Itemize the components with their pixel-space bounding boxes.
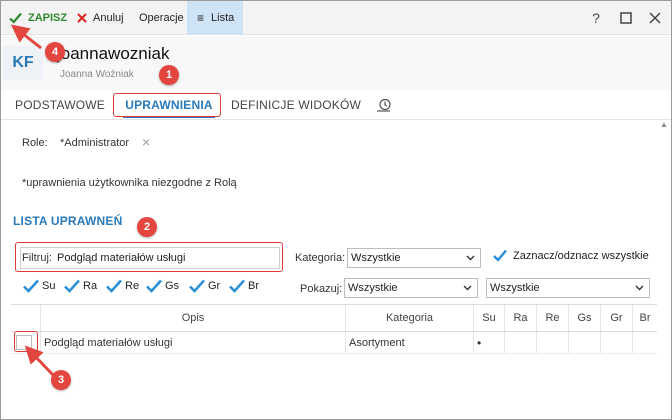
checkbox-gr[interactable]: Gr xyxy=(189,279,220,293)
cell-br[interactable] xyxy=(632,332,657,353)
show-select-1[interactable]: Wszystkie xyxy=(344,278,478,298)
tab-definicje-widokow[interactable]: DEFINICJE WIDOKÓW xyxy=(231,90,361,120)
column-header-gr[interactable]: Gr xyxy=(600,305,632,331)
checkmark-icon xyxy=(189,279,205,293)
highlight-tab-uprawnienia xyxy=(113,93,221,117)
window-close-button[interactable] xyxy=(643,1,667,35)
annotation-badge-3: 3 xyxy=(51,370,71,390)
checkbox-label: Gs xyxy=(165,280,180,292)
operations-button[interactable]: Operacje xyxy=(139,1,184,35)
save-button[interactable]: ZAPISZ xyxy=(9,1,67,35)
show-selected-2: Wszystkie xyxy=(490,282,540,294)
checkmark-icon xyxy=(64,279,80,293)
highlight-filter xyxy=(15,242,283,272)
close-icon xyxy=(649,12,661,24)
list-button[interactable]: ≡ Lista xyxy=(187,1,243,35)
chevron-down-icon xyxy=(635,285,644,291)
column-header-opis[interactable]: Opis xyxy=(40,305,345,331)
list-label: Lista xyxy=(211,12,235,24)
checkbox-re[interactable]: Re xyxy=(106,279,139,293)
tab-history[interactable] xyxy=(376,90,392,120)
column-header-ra[interactable]: Ra xyxy=(504,305,536,331)
help-icon: ? xyxy=(592,10,600,26)
cancel-label: Anuluj xyxy=(93,12,124,24)
user-full-name: Joanna Woźniak xyxy=(60,69,134,80)
column-header-re[interactable]: Re xyxy=(536,305,568,331)
scroll-up-icon[interactable]: ▲ xyxy=(660,120,668,129)
checkbox-label: Br xyxy=(248,280,259,292)
cell-opis: Podgląd materiałów usługi xyxy=(40,332,345,353)
checkbox-label: Su xyxy=(42,280,56,292)
avatar: KF xyxy=(3,46,43,80)
maximize-icon xyxy=(620,12,632,24)
maximize-button[interactable] xyxy=(614,1,638,35)
checkbox-br[interactable]: Br xyxy=(229,279,259,293)
checkmark-icon xyxy=(229,279,245,293)
check-all-label: Zaznacz/odznacz wszystkie xyxy=(513,249,649,262)
user-header: KF joannawozniak Joanna Woźniak xyxy=(1,36,671,90)
role-mismatch-note: *uprawnienia użytkownika niezgodne z Rol… xyxy=(22,177,237,189)
chevron-down-icon xyxy=(463,285,472,291)
checkbox-ra[interactable]: Ra xyxy=(64,279,97,293)
checkbox-label: Ra xyxy=(83,280,98,292)
tab-podstawowe[interactable]: PODSTAWOWE xyxy=(15,90,105,120)
highlight-row-checkbox xyxy=(14,331,38,352)
table-row[interactable]: Podgląd materiałów usługi Asortyment • xyxy=(11,332,657,354)
menu-icon: ≡ xyxy=(197,11,205,25)
table-header: Opis Kategoria Su Ra Re Gs Gr Br xyxy=(11,304,657,332)
chevron-down-icon xyxy=(466,255,475,261)
checkbox-gs[interactable]: Gs xyxy=(146,279,179,293)
cell-su[interactable]: • xyxy=(473,332,504,353)
checkmark-icon xyxy=(23,279,39,293)
category-select[interactable]: Wszystkie xyxy=(347,248,481,268)
checkmark-icon xyxy=(146,279,162,293)
user-login: joannawozniak xyxy=(57,44,170,63)
history-icon xyxy=(377,98,391,112)
annotation-badge-2: 2 xyxy=(137,217,157,237)
tab-bar: PODSTAWOWE UPRAWNIENIA DEFINICJE WIDOKÓW xyxy=(1,90,671,120)
checkmark-icon xyxy=(106,279,122,293)
show-label: Pokazuj: xyxy=(300,283,343,295)
cell-kategoria: Asortyment xyxy=(345,332,473,353)
role-label: Role: xyxy=(22,137,48,149)
checkbox-label: Re xyxy=(125,280,140,292)
column-header-kategoria[interactable]: Kategoria xyxy=(345,305,473,331)
show-selected-1: Wszystkie xyxy=(348,282,398,294)
help-button[interactable]: ? xyxy=(584,1,608,35)
operations-label: Operacje xyxy=(139,12,184,24)
close-icon xyxy=(77,13,87,23)
toolbar: ZAPISZ Anuluj Operacje ≡ Lista ? xyxy=(1,1,671,35)
check-all-toggle[interactable]: Zaznacz/odznacz wszystkie xyxy=(493,249,649,262)
cell-re[interactable] xyxy=(536,332,568,353)
checkbox-label: Gr xyxy=(208,280,221,292)
column-header-br[interactable]: Br xyxy=(632,305,657,331)
checkbox-su[interactable]: Su xyxy=(23,279,55,293)
cancel-button[interactable]: Anuluj xyxy=(77,1,124,35)
column-header-su[interactable]: Su xyxy=(473,305,504,331)
save-label: ZAPISZ xyxy=(28,12,68,24)
cell-gr[interactable] xyxy=(600,332,632,353)
section-title: LISTA UPRAWNEŃ xyxy=(13,214,123,228)
user-edit-window: ZAPISZ Anuluj Operacje ≡ Lista ? KF joan… xyxy=(0,0,672,420)
column-header-select xyxy=(11,305,40,331)
column-header-gs[interactable]: Gs xyxy=(568,305,600,331)
cell-ra[interactable] xyxy=(504,332,536,353)
category-label: Kategoria: xyxy=(295,252,346,264)
checkmark-icon xyxy=(493,249,507,262)
remove-role-icon[interactable]: × xyxy=(142,134,150,150)
check-icon xyxy=(9,12,22,24)
annotation-badge-4: 4 xyxy=(45,42,65,62)
role-value: *Administrator xyxy=(60,137,130,149)
annotation-badge-1: 1 xyxy=(159,65,179,85)
cell-gs[interactable] xyxy=(568,332,600,353)
show-select-2[interactable]: Wszystkie xyxy=(486,278,650,298)
category-selected: Wszystkie xyxy=(351,252,401,264)
